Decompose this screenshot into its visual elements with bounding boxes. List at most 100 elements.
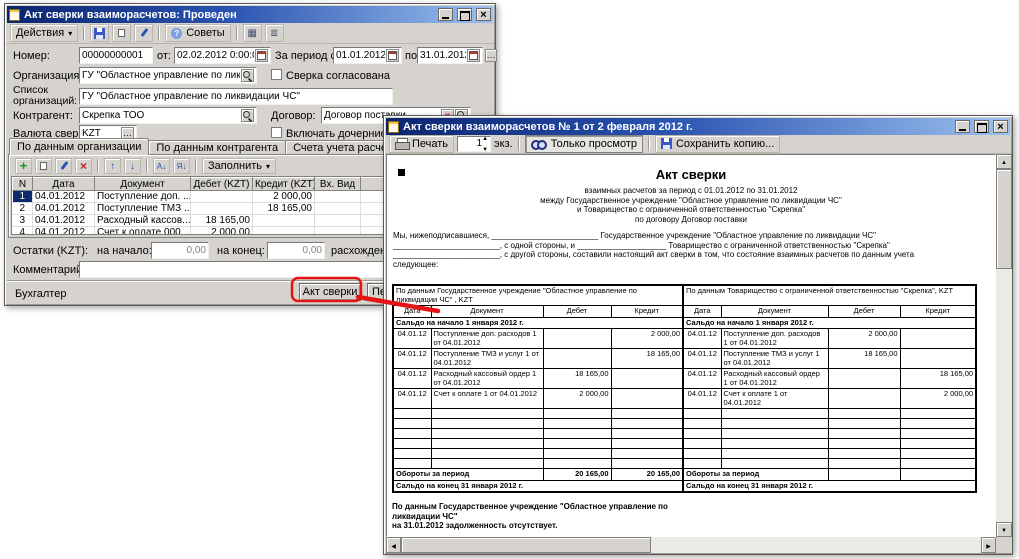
save-icon[interactable]	[90, 24, 109, 42]
grid-cell[interactable]	[315, 215, 361, 227]
copy-icon[interactable]	[112, 24, 131, 42]
copies-input[interactable]: 1	[457, 136, 491, 152]
grid-header-cell[interactable]: Документ	[95, 178, 191, 191]
grid-header-cell[interactable]: N	[13, 178, 33, 191]
comment-input[interactable]	[79, 261, 393, 278]
fill-button[interactable]: Заполнить	[202, 158, 276, 174]
view-only-toggle[interactable]: Только просмотр	[525, 135, 643, 153]
grid-cell[interactable]: Поступление доп. ...	[95, 191, 191, 203]
minimize-icon[interactable]	[438, 8, 453, 21]
period-from-input[interactable]: 01.01.2012	[333, 47, 402, 64]
search-icon[interactable]	[241, 109, 254, 122]
save-copy-button[interactable]: Сохранить копию...	[655, 135, 780, 153]
grid-cell[interactable]: Расходный кассов...	[95, 215, 191, 227]
cell: Счет к оплате 1 от 04.01.2012	[431, 389, 543, 409]
copy-row-icon[interactable]	[35, 158, 52, 174]
move-down-icon[interactable]	[124, 158, 141, 174]
scroll-down-icon[interactable]	[996, 522, 1012, 537]
grid-cell[interactable]: Поступление ТМЗ ...	[95, 203, 191, 215]
tab[interactable]: По данным контрагента	[148, 140, 286, 155]
copies-stepper[interactable]	[482, 136, 488, 152]
calendar-icon[interactable]	[386, 49, 399, 62]
grid-cell[interactable]	[253, 215, 315, 227]
cell	[900, 349, 976, 369]
act-sverki-button[interactable]: Акт сверки	[299, 283, 361, 301]
grid-cell[interactable]: 18 165,00	[191, 215, 253, 227]
move-up-icon[interactable]	[104, 158, 121, 174]
grid-header-cell[interactable]: Кредит (KZT)	[253, 178, 315, 191]
scroll-left-icon[interactable]	[386, 537, 401, 553]
opening-balance-row: Сальдо на начало 1 января 2012 г. Сальдо…	[393, 317, 976, 329]
horizontal-scrollbar[interactable]	[386, 537, 996, 553]
grid-cell[interactable]: 2 000,00	[253, 191, 315, 203]
sort-desc-icon[interactable]	[173, 158, 190, 174]
calendar-icon[interactable]	[255, 49, 268, 62]
toolbar-separator	[195, 159, 197, 173]
grid-cell[interactable]	[315, 203, 361, 215]
minimize-icon[interactable]	[955, 120, 970, 133]
include-subsidiaries-checkbox[interactable]	[271, 127, 282, 138]
scroll-up-icon[interactable]	[996, 154, 1012, 169]
horizontal-scroll-thumb[interactable]	[401, 537, 651, 553]
actions-menu-button[interactable]: Действия	[10, 24, 78, 42]
scroll-right-icon[interactable]	[981, 537, 996, 553]
grid-cell[interactable]: 1	[13, 191, 33, 203]
grid-cell[interactable]: 04.01.2012	[33, 227, 95, 236]
maximize-icon[interactable]	[457, 8, 472, 21]
spin-down-icon[interactable]	[482, 144, 488, 152]
table-settings-icon[interactable]	[243, 24, 262, 42]
grid-cell[interactable]: 2 000,00	[191, 227, 253, 236]
list-settings-icon[interactable]	[265, 24, 284, 42]
close-icon[interactable]	[476, 8, 491, 21]
tab[interactable]: По данным организации	[9, 138, 149, 155]
grid-header-cell[interactable]: Дебет (KZT)	[191, 178, 253, 191]
tips-button[interactable]: ? Советы	[165, 24, 230, 42]
organization-input[interactable]: ГУ "Областное управление по ликв	[79, 67, 257, 84]
number-input[interactable]: 00000000001	[79, 47, 153, 64]
sort-asc-icon[interactable]	[153, 158, 170, 174]
period-to-input[interactable]: 31.01.2012	[417, 47, 483, 64]
end-balance-input[interactable]: 0,00	[267, 242, 325, 259]
vertical-scrollbar[interactable]	[996, 154, 1012, 537]
maximize-icon[interactable]	[974, 120, 989, 133]
intro-line: Мы, нижеподписавшиеся, _________________…	[393, 231, 991, 241]
calendar-icon[interactable]	[467, 49, 480, 62]
col-header: Дебет	[543, 306, 611, 318]
grid-cell[interactable]: 3	[13, 215, 33, 227]
cell	[900, 449, 976, 459]
cell: 04.01.12	[683, 349, 721, 369]
delete-row-icon[interactable]	[75, 158, 92, 174]
contractor-input[interactable]: Скрепка ТОО	[79, 107, 257, 124]
org-list-input[interactable]: ГУ "Областное управление по ликвидации Ч…	[79, 88, 393, 105]
grid-cell[interactable]: 04.01.2012	[33, 203, 95, 215]
grid-header-cell[interactable]: Вх. Вид	[315, 178, 361, 191]
edit-row-icon[interactable]	[55, 158, 72, 174]
close-icon[interactable]	[993, 120, 1008, 133]
grid-cell[interactable]	[191, 191, 253, 203]
grid-cell[interactable]: 04.01.2012	[33, 191, 95, 203]
grid-cell[interactable]	[315, 191, 361, 203]
grid-cell[interactable]: 4	[13, 227, 33, 236]
front-titlebar[interactable]: Акт сверки взаиморасчетов № 1 от 2 февра…	[386, 118, 1010, 135]
cell	[543, 429, 611, 439]
print-button[interactable]: Печать	[389, 135, 454, 153]
grid-cell[interactable]: 04.01.2012	[33, 215, 95, 227]
begin-balance-input[interactable]: 0,00	[151, 242, 209, 259]
grid-cell[interactable]	[315, 227, 361, 236]
grid-cell[interactable]	[191, 203, 253, 215]
cell	[900, 469, 976, 481]
grid-header-cell[interactable]: Дата	[33, 178, 95, 191]
back-titlebar[interactable]: Акт сверки взаиморасчетов: Проведен	[7, 6, 493, 23]
search-icon[interactable]	[241, 69, 254, 82]
grid-cell[interactable]: 2	[13, 203, 33, 215]
grid-cell[interactable]: Счет к оплате 000...	[95, 227, 191, 236]
spin-up-icon[interactable]	[482, 136, 488, 144]
doc-date-input[interactable]: 02.02.2012 0:00:00	[174, 47, 271, 64]
grid-cell[interactable]: 18 165,00	[253, 203, 315, 215]
post-document-icon[interactable]	[134, 24, 153, 42]
more-button[interactable]	[485, 49, 497, 62]
vertical-scroll-thumb[interactable]	[996, 169, 1012, 269]
agreed-checkbox[interactable]	[271, 69, 282, 80]
grid-cell[interactable]	[253, 227, 315, 236]
add-row-icon[interactable]	[15, 158, 32, 174]
